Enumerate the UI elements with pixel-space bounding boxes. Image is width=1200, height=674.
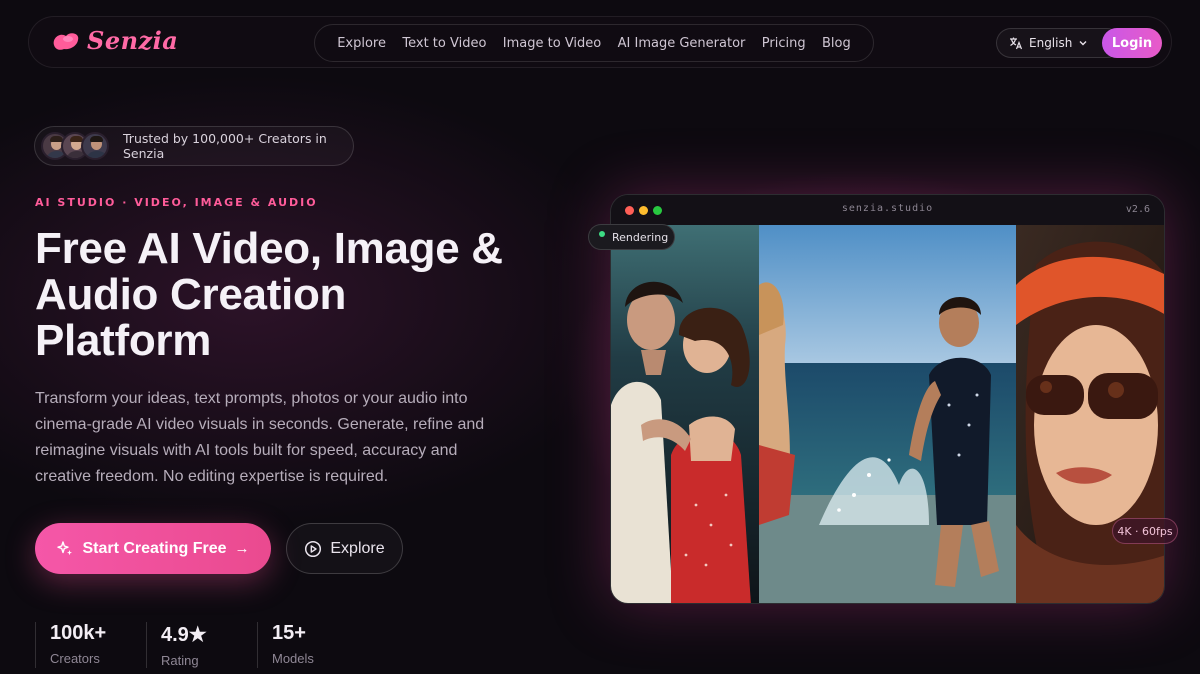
window-titlebar: senzia.studio v2.6 <box>611 195 1164 225</box>
rendering-status-badge: Rendering <box>588 224 675 250</box>
avatar <box>81 132 109 160</box>
title-line: Platform <box>35 316 212 365</box>
play-circle-icon <box>305 540 322 557</box>
logo-blob-icon <box>53 32 79 50</box>
creator-avatars <box>41 132 109 160</box>
trust-badge: Trusted by 100,000+ Creators in Senzia <box>34 126 354 166</box>
main-menu: Explore Text to Video Image to Video AI … <box>314 24 874 62</box>
rendering-label: Rendering <box>612 230 669 244</box>
stats-row: 100k+ Creators 4.9★ Rating 15+ Models <box>35 622 368 668</box>
hero-eyebrow: AI STUDIO · VIDEO, IMAGE & AUDIO <box>35 196 318 209</box>
studio-preview-window: senzia.studio v2.6 <box>610 194 1165 604</box>
nav-item-explore[interactable]: Explore <box>337 36 386 51</box>
language-label: English <box>1029 36 1073 50</box>
nav-item-pricing[interactable]: Pricing <box>762 36 806 51</box>
brand-logo[interactable]: Senzia <box>51 26 178 55</box>
nav-item-text-to-video[interactable]: Text to Video <box>402 36 486 51</box>
stat-label: Models <box>272 651 314 666</box>
stat-value: 100k+ <box>50 622 107 644</box>
stat-item: 4.9★ Rating <box>146 622 257 668</box>
stat-label: Rating <box>161 653 199 668</box>
nav-item-image-to-video[interactable]: Image to Video <box>503 36 601 51</box>
trust-text: Trusted by 100,000+ Creators in Senzia <box>123 131 327 161</box>
quality-badge: 4K · 60fps <box>1112 518 1178 544</box>
brand-name: Senzia <box>87 26 179 55</box>
login-button[interactable]: Login <box>1102 28 1162 58</box>
title-line: Audio Creation <box>35 270 347 319</box>
explore-label: Explore <box>330 539 385 557</box>
title-line: Free AI Video, Image & <box>35 224 503 273</box>
preview-panels <box>611 225 1164 603</box>
preview-image-sunglasses <box>1016 225 1164 603</box>
explore-button[interactable]: Explore <box>286 523 403 574</box>
stat-item: 100k+ Creators <box>35 622 146 668</box>
page-title: Free AI Video, Image & Audio Creation Pl… <box>35 226 555 364</box>
start-creating-button[interactable]: Start Creating Free → <box>35 523 271 574</box>
chevron-down-icon <box>1079 41 1087 46</box>
studio-url: senzia.studio <box>841 203 934 214</box>
top-navbar: Senzia Explore Text to Video Image to Vi… <box>28 16 1172 68</box>
arrow-right-icon: → <box>234 540 250 557</box>
sparkles-icon <box>57 540 73 555</box>
hero-description: Transform your ideas, text prompts, phot… <box>35 390 485 485</box>
nav-item-blog[interactable]: Blog <box>822 36 851 51</box>
translate-icon <box>1010 37 1023 50</box>
stat-item: 15+ Models <box>257 622 368 668</box>
stat-value: 4.9★ <box>161 624 207 646</box>
stat-label: Creators <box>50 651 100 666</box>
cta-label: Start Creating Free <box>82 539 227 557</box>
nav-item-ai-image-generator[interactable]: AI Image Generator <box>618 36 746 51</box>
stat-value: 15+ <box>272 622 306 644</box>
studio-version: v2.6 <box>1125 204 1150 215</box>
preview-image-couple <box>611 225 759 603</box>
status-dot-icon <box>599 231 605 237</box>
preview-image-beach <box>759 225 1016 603</box>
